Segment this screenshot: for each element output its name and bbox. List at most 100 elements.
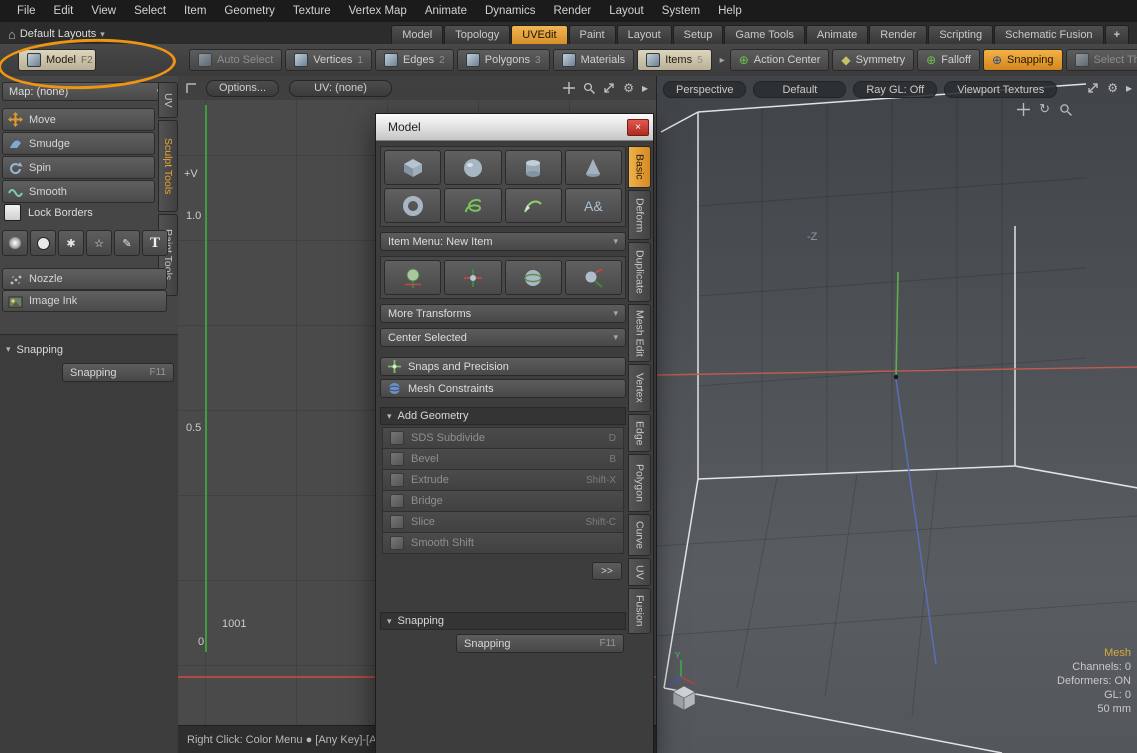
layout-tab-setup[interactable]: Setup	[673, 25, 724, 44]
tab-mesh-edit[interactable]: Mesh Edit	[628, 304, 651, 362]
pen-brush-button[interactable]: ✎	[114, 230, 140, 256]
torus-primitive-button[interactable]	[384, 188, 441, 223]
close-button[interactable]: ×	[627, 119, 649, 136]
viewport-raygl-button[interactable]: Ray GL: Off	[853, 81, 937, 98]
menu-file[interactable]: File	[8, 5, 45, 17]
tab-vertex[interactable]: Vertex	[628, 364, 651, 412]
snaps-precision-button[interactable]: Snaps and Precision	[380, 357, 626, 376]
text-tool-button[interactable]: A&	[565, 188, 622, 223]
bridge-button[interactable]: Bridge	[382, 491, 624, 512]
scale-tool-button[interactable]	[565, 260, 622, 295]
soft-brush-button[interactable]	[2, 230, 28, 256]
expand-icon[interactable]	[603, 82, 615, 94]
tab-edge[interactable]: Edge	[628, 414, 651, 452]
layout-tab-game-tools[interactable]: Game Tools	[724, 25, 805, 44]
uv-texture-dropdown[interactable]: UV: (none)	[289, 80, 392, 97]
snapping-section-header[interactable]: ▾ Snapping	[0, 341, 178, 358]
curve-pen-button[interactable]	[505, 188, 562, 223]
tab-deform[interactable]: Deform	[628, 190, 651, 240]
cone-primitive-button[interactable]	[565, 150, 622, 185]
menu-texture[interactable]: Texture	[284, 5, 340, 17]
falloff-button[interactable]: ⊕ Falloff	[917, 49, 980, 71]
menu-system[interactable]: System	[653, 5, 709, 17]
layout-tab-paint[interactable]: Paint	[569, 25, 616, 44]
side-tab-uv[interactable]: UV	[158, 82, 178, 118]
hard-brush-button[interactable]	[30, 230, 56, 256]
menu-edit[interactable]: Edit	[45, 5, 83, 17]
spin-tool-button[interactable]: Spin	[2, 156, 155, 179]
star-brush-button[interactable]: ☆	[86, 230, 112, 256]
procedural-brush-button[interactable]: ✱	[58, 230, 84, 256]
layout-tab-model[interactable]: Model	[391, 25, 443, 44]
snapping-popup-button[interactable]: Snapping F11	[456, 634, 624, 653]
add-geometry-section-header[interactable]: ▾ Add Geometry	[380, 407, 626, 425]
center-selected-dropdown[interactable]: Center Selected ▾	[380, 328, 626, 347]
lock-borders-checkbox[interactable]	[4, 204, 21, 221]
snapping-popup-button[interactable]: Snapping F11	[62, 363, 174, 382]
tab-basic[interactable]: Basic	[628, 146, 651, 188]
snapping-section-header[interactable]: ▾ Snapping	[380, 612, 626, 630]
viewport-textures-button[interactable]: Viewport Textures	[944, 81, 1057, 98]
tab-polygon[interactable]: Polygon	[628, 454, 651, 512]
home-icon[interactable]: ⌂	[8, 27, 16, 42]
symmetry-button[interactable]: ◆ Symmetry	[832, 49, 914, 71]
tab-fusion[interactable]: Fusion	[628, 588, 651, 634]
rotate-tool-button[interactable]	[505, 260, 562, 295]
items-mode-button[interactable]: Items 5	[637, 49, 711, 71]
viewport-camera-button[interactable]: Perspective	[663, 81, 746, 98]
smooth-shift-button[interactable]: Smooth Shift	[382, 533, 624, 554]
image-ink-button[interactable]: Image Ink	[2, 290, 167, 312]
sds-subdivide-button[interactable]: SDS Subdivide D	[382, 427, 624, 449]
menu-view[interactable]: View	[82, 5, 125, 17]
cube-primitive-button[interactable]	[384, 150, 441, 185]
menu-help[interactable]: Help	[709, 5, 751, 17]
nozzle-button[interactable]: Nozzle	[2, 268, 167, 290]
layout-tab-layout[interactable]: Layout	[617, 25, 672, 44]
menu-geometry[interactable]: Geometry	[215, 5, 284, 17]
auto-select-button[interactable]: Auto Select	[189, 49, 282, 71]
vertex-map-dropdown[interactable]: Map: (none) ▾	[2, 82, 168, 101]
tab-curve[interactable]: Curve	[628, 514, 651, 556]
smooth-tool-button[interactable]: Smooth	[2, 180, 155, 203]
pan-icon[interactable]	[563, 82, 575, 94]
select-through-button[interactable]: Select Thro...	[1066, 49, 1137, 71]
sphere-primitive-button[interactable]	[444, 150, 501, 185]
layout-tab-uvedit[interactable]: UVEdit	[511, 25, 567, 44]
polygons-mode-button[interactable]: Polygons 3	[457, 49, 550, 71]
pan-icon[interactable]	[1017, 103, 1030, 116]
mesh-constraints-button[interactable]: Mesh Constraints	[380, 379, 626, 398]
text-brush-button[interactable]: T	[142, 230, 168, 256]
layout-tab-animate[interactable]: Animate	[806, 25, 868, 44]
transform-tool-button[interactable]	[384, 260, 441, 295]
layout-tab-schematic-fusion[interactable]: Schematic Fusion	[994, 25, 1103, 44]
uv-options-button[interactable]: Options...	[206, 80, 279, 97]
spiral-tool-button[interactable]	[444, 188, 501, 223]
tab-uv[interactable]: UV	[628, 558, 651, 586]
chevron-right-icon[interactable]: ▸	[642, 81, 648, 95]
tab-duplicate[interactable]: Duplicate	[628, 242, 651, 302]
menu-vertex-map[interactable]: Vertex Map	[340, 5, 416, 17]
corner-widget-icon[interactable]	[186, 83, 196, 93]
perspective-3d-viewport[interactable]: Y Perspective Default Ray GL: Off Viewpo…	[656, 76, 1137, 753]
move-axis-tool-button[interactable]	[444, 260, 501, 295]
menu-animate[interactable]: Animate	[416, 5, 476, 17]
edges-mode-button[interactable]: Edges 2	[375, 49, 454, 71]
gear-icon[interactable]: ⚙	[1107, 81, 1118, 95]
layout-tab-render[interactable]: Render	[869, 25, 927, 44]
snapping-toggle-button[interactable]: ⊕ Snapping	[983, 49, 1063, 71]
smudge-tool-button[interactable]: Smudge	[2, 132, 155, 155]
item-menu-dropdown[interactable]: Item Menu: New Item ▾	[380, 232, 626, 251]
menu-select[interactable]: Select	[125, 5, 175, 17]
rotate-icon[interactable]: ↻	[1039, 101, 1050, 117]
chevron-right-icon[interactable]: ▸	[1126, 81, 1132, 95]
bevel-button[interactable]: Bevel B	[382, 449, 624, 470]
extrude-button[interactable]: Extrude Shift-X	[382, 470, 624, 491]
menu-render[interactable]: Render	[544, 5, 600, 17]
zoom-icon[interactable]	[1059, 103, 1072, 116]
materials-mode-button[interactable]: Materials	[553, 49, 635, 71]
expand-tools-button[interactable]: >>	[592, 562, 622, 580]
cylinder-primitive-button[interactable]	[505, 150, 562, 185]
layout-tab-topology[interactable]: Topology	[444, 25, 510, 44]
model-mode-button[interactable]: Model F2	[18, 49, 96, 71]
move-tool-button[interactable]: Move	[2, 108, 155, 131]
